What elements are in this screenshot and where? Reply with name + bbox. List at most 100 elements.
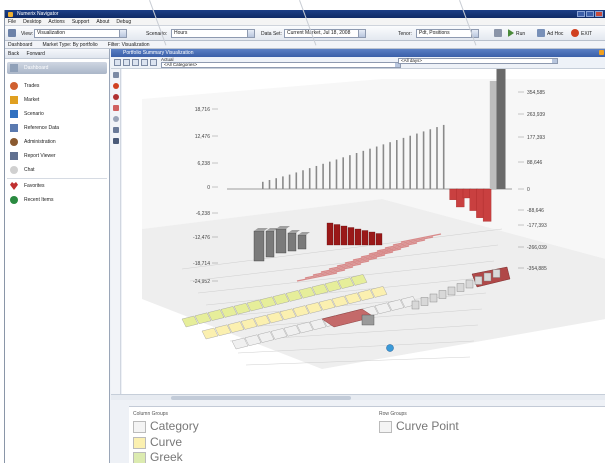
right-axis-tick-label: -88,646	[527, 208, 544, 214]
exit-button[interactable]: EXIT	[581, 30, 592, 38]
sidebar-item-label: Administration	[24, 139, 56, 145]
stop-icon[interactable]	[113, 94, 119, 100]
series-bar	[295, 172, 298, 189]
legend-swatch	[133, 452, 146, 463]
left-axis-tick-label: -6,238	[196, 211, 210, 217]
floor-block	[420, 297, 429, 306]
right-axis-tick-label: 88,646	[527, 160, 543, 166]
refresh-icon[interactable]	[150, 59, 157, 66]
highlight-icon[interactable]	[113, 105, 119, 111]
sidebar-item-report-viewer[interactable]: Report Viewer	[7, 150, 107, 162]
sidebar-item-label: Dashboard	[24, 65, 49, 71]
dataset-select[interactable]: Current Market, Jul 18, 2008	[284, 29, 366, 38]
favorites-icon	[10, 182, 18, 190]
series-bar	[369, 148, 371, 189]
series-bar	[416, 133, 418, 189]
floor-block	[447, 286, 456, 296]
horizontal-scrollbar[interactable]	[111, 394, 605, 400]
sidebar-item-favorites[interactable]: Favorites	[7, 180, 107, 192]
series-bar	[308, 168, 311, 189]
series-bar	[409, 135, 411, 189]
left-axis-tick-label: -12,476	[193, 235, 210, 241]
print-icon[interactable]	[132, 59, 139, 66]
sidebar-item-trades[interactable]: Trades	[7, 80, 107, 92]
tab-market-type[interactable]: Market Type: By portfolio	[42, 41, 97, 48]
back-button[interactable]: Back	[8, 51, 19, 57]
save-icon[interactable]	[114, 59, 121, 66]
trades-icon	[10, 82, 18, 90]
floor-block	[411, 300, 420, 310]
menu-actions[interactable]: Actions	[48, 18, 64, 25]
menu-about[interactable]: About	[96, 18, 109, 25]
series-bar	[482, 188, 492, 222]
view-select[interactable]: Visualization	[34, 29, 127, 38]
series-bar	[429, 129, 432, 189]
right-axis-tick-label: 354,585	[527, 90, 545, 96]
days-select[interactable]: <All days>	[398, 58, 558, 64]
series-bar	[268, 180, 271, 189]
exit-icon[interactable]	[571, 29, 579, 37]
sidebar-item-administration[interactable]: Administration	[7, 136, 107, 148]
series-bar	[362, 150, 365, 189]
rotate-icon[interactable]	[113, 72, 119, 78]
pin-icon[interactable]	[599, 50, 604, 55]
close-button[interactable]	[595, 11, 603, 17]
forward-button[interactable]: Forward	[27, 51, 45, 57]
menu-support[interactable]: Support	[72, 18, 90, 25]
series-bar	[302, 170, 304, 189]
legend-swatch	[133, 437, 146, 449]
ad-hoc-icon[interactable]	[537, 29, 545, 37]
market-icon	[10, 96, 18, 104]
scenario-select[interactable]: Hours	[171, 29, 255, 38]
reset-view-icon[interactable]	[113, 138, 119, 144]
tab-filter[interactable]: Filter: Visualization	[108, 41, 150, 48]
pan-icon[interactable]	[113, 127, 119, 133]
floor-tile	[231, 337, 249, 350]
floor-block	[340, 225, 348, 246]
legend-item-curve: Curve	[133, 436, 182, 449]
sidebar-item-recent-items[interactable]: Recent Items	[7, 194, 107, 206]
visualization-canvas[interactable]: 18,716 12,476 6,238 0 -6,238 -12,476 -18,714 -2…	[122, 69, 605, 394]
maximize-button[interactable]	[586, 11, 594, 17]
ad-hoc-button[interactable]: Ad Hoc	[547, 30, 563, 38]
legend-label: Curve Point	[396, 419, 459, 433]
zoom-icon[interactable]	[113, 116, 119, 122]
sidebar-item-market[interactable]: Market	[7, 94, 107, 106]
categories-select-value: <All Categories>	[164, 62, 198, 67]
right-axis-tick-label: -354,885	[527, 266, 547, 272]
record-icon[interactable]	[113, 83, 119, 89]
reference-data-icon	[10, 124, 18, 132]
floor-block	[474, 276, 483, 285]
menu-desktop[interactable]: Desktop	[23, 18, 41, 25]
run-icon[interactable]	[508, 29, 514, 37]
series-bar	[496, 69, 506, 189]
scrollbar-thumb[interactable]	[171, 396, 351, 400]
menu-debug[interactable]: Debug	[116, 18, 131, 25]
floor-block	[275, 228, 287, 254]
window-controls	[577, 11, 603, 17]
view-tools-strip	[111, 69, 121, 394]
settings-icon[interactable]	[494, 29, 502, 37]
dataset-label: Data Set:	[261, 31, 282, 37]
minimize-button[interactable]	[577, 11, 585, 17]
floor-block	[333, 224, 341, 246]
sidebar-item-dashboard[interactable]: Dashboard	[7, 62, 107, 74]
3d-bar-chart[interactable]: 18,716 12,476 6,238 0 -6,238 -12,476 -18,714 -2…	[122, 69, 605, 394]
floor-block	[492, 269, 501, 278]
sidebar-item-chat[interactable]: Chat	[7, 164, 107, 176]
open-icon[interactable]	[123, 59, 130, 66]
legend-label: Category	[150, 419, 199, 433]
chevron-down-icon	[119, 30, 126, 37]
panel-toolbar: Actual <All Categories> <All days>	[111, 57, 605, 69]
copy-icon[interactable]	[141, 59, 148, 66]
run-button[interactable]: Run	[516, 30, 525, 38]
categories-select[interactable]: <All Categories>	[161, 62, 401, 68]
floor-block	[354, 228, 362, 246]
sidebar-item-label: Favorites	[24, 183, 45, 189]
layout-icon[interactable]	[8, 29, 16, 37]
floor-block	[438, 290, 447, 299]
tab-dashboard[interactable]: Dashboard	[8, 41, 32, 48]
menu-file[interactable]: File	[8, 18, 16, 25]
sidebar-item-reference-data[interactable]: Reference Data	[7, 122, 107, 134]
sidebar-item-scenario[interactable]: Scenario	[7, 108, 107, 120]
